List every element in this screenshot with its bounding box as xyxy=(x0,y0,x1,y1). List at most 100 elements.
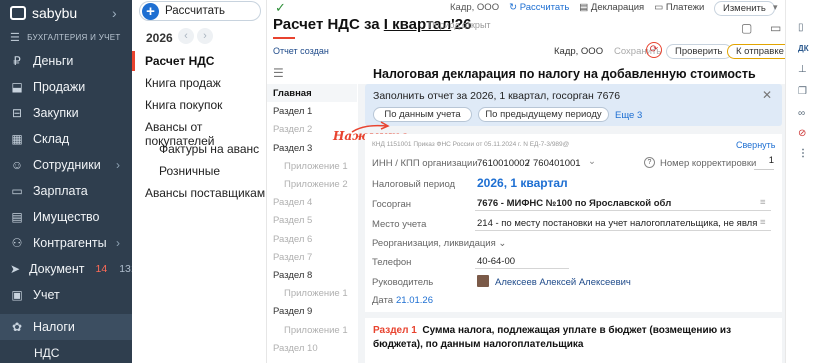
nav-item[interactable]: ▭ Зарплата xyxy=(0,178,132,204)
submenu-item[interactable]: Розничные xyxy=(159,164,220,178)
submenu-item[interactable]: Авансы поставщикам xyxy=(145,186,265,200)
chevron-right-icon[interactable]: › xyxy=(197,28,213,44)
more-icon[interactable]: ⋮ xyxy=(798,148,808,159)
section-item[interactable]: Раздел 6 xyxy=(273,234,312,245)
submenu-item[interactable]: Книга покупок xyxy=(145,98,222,112)
chevron-right-icon: › xyxy=(116,236,120,250)
section-item[interactable]: Раздел 7 xyxy=(273,252,312,263)
place-value: 214 - по месту постановки на учет налого… xyxy=(477,218,757,229)
document-title: Налоговая декларация по налогу на добавл… xyxy=(373,67,756,81)
property-icon: ▤ xyxy=(11,210,23,224)
declaration-link[interactable]: ▤ Декларация xyxy=(579,2,644,13)
report-org[interactable]: Кадр, ООО xyxy=(554,46,603,57)
section-item[interactable]: Приложение 2 xyxy=(284,179,348,190)
tax-submenu: + Рассчитать 2026 ‹ › Расчет НДС Книга пр… xyxy=(132,0,267,363)
correction-label: Номер корректировки xyxy=(660,158,757,169)
nav-item-label: Продажи xyxy=(33,80,86,94)
date-label: Дата xyxy=(372,295,394,306)
section-item[interactable]: Раздел 10 xyxy=(273,343,318,354)
collapse-link[interactable]: Свернуть xyxy=(736,140,775,150)
nav-item-label: Налоги xyxy=(33,320,75,334)
list-icon[interactable]: ≡ xyxy=(760,197,766,208)
gov-label: Госорган xyxy=(372,199,412,210)
chevron-right-icon[interactable]: › xyxy=(112,5,117,21)
check-button[interactable]: Проверить xyxy=(666,44,732,59)
dk-label[interactable]: ДК xyxy=(798,44,809,53)
copy-icon[interactable]: ❐ xyxy=(798,86,807,97)
sections-menu-icon[interactable]: ☰ xyxy=(273,66,284,80)
section-item[interactable]: Раздел 8 xyxy=(273,270,312,281)
send-icon: ➤ xyxy=(10,262,21,276)
section-item[interactable]: Раздел 2 xyxy=(273,124,312,135)
recalc-link[interactable]: ↻ Рассчитать xyxy=(509,2,569,13)
reorg-toggle[interactable]: Реорганизация, ликвидация ⌄ xyxy=(372,238,506,249)
header-actions: Кадр, ООО ↻ Рассчитать ▤ Декларация ▭ Пл… xyxy=(450,2,704,13)
section-item[interactable]: Приложение 1 xyxy=(284,325,348,336)
handshake-icon: ⚇ xyxy=(11,236,23,250)
org-name[interactable]: Кадр, ООО xyxy=(450,2,499,13)
date-value[interactable]: 21.01.26 xyxy=(396,295,433,306)
submenu-item[interactable]: Книга продаж xyxy=(145,76,221,90)
section-item[interactable]: Раздел 4 xyxy=(273,197,312,208)
period-value[interactable]: 2026, 1 квартал xyxy=(477,176,568,190)
head-value[interactable]: Алексеев Алексей Алексеевич xyxy=(495,277,631,288)
section-item[interactable]: Приложение 1 xyxy=(284,288,348,299)
edit-button[interactable]: Изменить xyxy=(714,1,775,16)
nav-item[interactable]: ⚇ Контрагенты › xyxy=(0,230,132,256)
section-item[interactable]: Раздел 9 xyxy=(273,306,312,317)
more-options-link[interactable]: Еще 3 xyxy=(615,110,642,121)
document-icon[interactable]: ▯ xyxy=(798,22,804,33)
phone-label: Телефон xyxy=(372,257,412,268)
nav-item[interactable]: ➤ Документ 14 131 xyxy=(0,256,137,282)
nav-item[interactable]: ☺ Сотрудники › xyxy=(0,152,132,178)
cart-icon: ⊟ xyxy=(11,106,23,120)
nav-item-label: Закупки xyxy=(33,106,79,120)
wallet-icon: ₽ xyxy=(13,54,21,68)
close-icon[interactable]: ✕ xyxy=(762,88,772,102)
payments-link[interactable]: ▭ Платежи xyxy=(654,2,704,13)
head-label: Руководитель xyxy=(372,277,434,288)
nav-item-label: Зарплата xyxy=(33,184,88,198)
chevron-down-icon[interactable]: ▾ xyxy=(773,2,778,13)
submenu-item[interactable]: Расчет НДС xyxy=(145,54,214,68)
report-status: Отчет создан xyxy=(273,46,329,56)
kpp-value[interactable]: 760401001 xyxy=(533,158,581,169)
nav-item[interactable]: ✿ Налоги xyxy=(0,314,132,340)
active-indicator xyxy=(132,51,135,71)
chevron-down-icon[interactable]: ⌄ xyxy=(588,156,596,167)
comment-icon[interactable]: ▭ xyxy=(770,21,781,35)
nav-item[interactable]: ₽ Деньги xyxy=(0,48,132,74)
nav-item[interactable]: ▦ Склад xyxy=(0,126,132,152)
place-label: Место учета xyxy=(372,219,427,230)
nav-item-label: Склад xyxy=(33,132,70,146)
unlink-icon[interactable]: ⊘ xyxy=(798,128,806,139)
send-button[interactable]: К отправке xyxy=(727,44,793,59)
fill-by-previous-button[interactable]: По предыдущему периоду xyxy=(478,107,609,122)
submenu-item[interactable]: Фактуры на аванс xyxy=(159,142,259,156)
nav-item[interactable]: ▣ Учет xyxy=(0,282,132,308)
fill-banner-text: Заполнить отчет за 2026, 1 квартал, госо… xyxy=(373,90,621,102)
calculate-button[interactable]: + Рассчитать xyxy=(139,1,261,21)
section-item[interactable]: Приложение 1 xyxy=(284,161,348,172)
inn-value[interactable]: 7610010002 xyxy=(477,158,530,169)
section-item[interactable]: Раздел 5 xyxy=(273,215,312,226)
list-icon[interactable]: ≡ xyxy=(760,217,766,228)
stamp-icon[interactable]: ⊥ xyxy=(798,64,807,75)
nav-item[interactable]: ▤ Имущество xyxy=(0,204,132,230)
nav-item[interactable]: ⊟ Закупки xyxy=(0,100,132,126)
correction-input[interactable]: 1 xyxy=(754,155,774,170)
logo[interactable]: sabybu xyxy=(10,4,77,22)
chevron-left-icon[interactable]: ‹ xyxy=(178,28,194,44)
link-icon[interactable]: ∞ xyxy=(798,108,805,119)
section-item[interactable]: Раздел 1 xyxy=(273,106,312,117)
chat-icon[interactable]: ▢ xyxy=(741,21,752,35)
section-item[interactable]: Раздел 3 xyxy=(273,143,312,154)
menu-icon[interactable]: ☰ xyxy=(10,31,20,44)
nav-item[interactable]: ⬓ Продажи xyxy=(0,74,132,100)
gov-value: 7676 - МИФНС №100 по Ярославской обл xyxy=(477,198,672,209)
question-icon[interactable]: ? xyxy=(644,157,655,168)
refresh-icon[interactable]: ⟳ xyxy=(646,42,662,58)
nav-sub-nds[interactable]: НДС xyxy=(34,346,59,360)
chevron-right-icon: › xyxy=(116,158,120,172)
section-item[interactable]: Главная xyxy=(273,88,312,99)
